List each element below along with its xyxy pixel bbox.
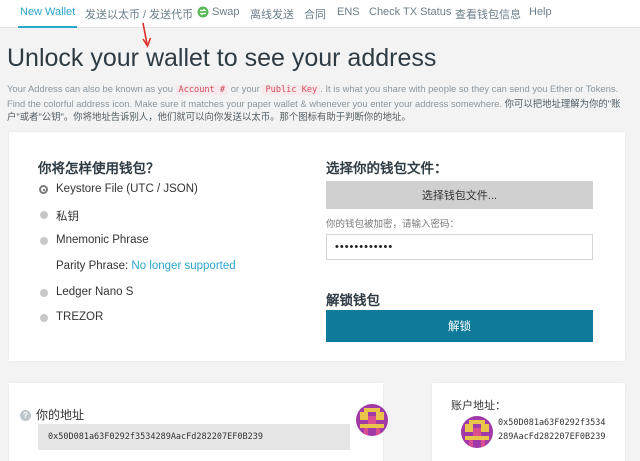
nav-offline-send[interactable]: 离线发送	[250, 6, 294, 22]
option-trezor-label[interactable]: TREZOR	[56, 311, 103, 323]
access-method-heading: 你将怎样使用钱包？	[38, 161, 160, 176]
page-title: Unlock your wallet to see your address	[7, 44, 437, 72]
option-keystore-label[interactable]: Keystore File (UTC / JSON)	[56, 183, 198, 195]
page-description: Your Address can also be known as you Ac…	[7, 83, 621, 122]
account-address-label: 账户地址：	[451, 400, 506, 412]
your-address-field[interactable]: 0x50D081a63F0292f3534289AacFd282207EF0B2…	[38, 424, 350, 450]
nav-help[interactable]: Help	[529, 6, 552, 18]
option-ledger-label[interactable]: Ledger Nano S	[56, 286, 133, 298]
top-navigation: New Wallet 发送以太币 / 发送代币 Swap 离线发送 合同 ENS…	[0, 0, 640, 28]
select-wallet-file-heading: 选择你的钱包文件：	[326, 161, 448, 176]
nav-swap[interactable]: Swap	[212, 6, 240, 18]
nav-ens[interactable]: ENS	[337, 6, 360, 18]
account-identicon-icon	[461, 416, 493, 448]
swap-icon	[197, 6, 209, 18]
no-longer-supported-link[interactable]: No longer supported	[131, 260, 235, 272]
radio-ledger[interactable]	[40, 289, 48, 297]
nav-send-ether-tokens[interactable]: 发送以太币 / 发送代币	[85, 6, 193, 22]
nav-contracts[interactable]: 合同	[304, 6, 326, 22]
nav-view-wallet-info[interactable]: 查看钱包信息	[455, 6, 521, 22]
unlock-button[interactable]: 解锁	[326, 310, 593, 342]
account-number-code: Account #	[175, 85, 229, 95]
radio-private-key[interactable]	[40, 211, 48, 219]
option-mnemonic-label[interactable]: Mnemonic Phrase	[56, 234, 149, 246]
your-address-label: 你的地址	[36, 408, 85, 422]
option-private-key-label[interactable]: 私钥	[56, 208, 79, 224]
help-icon[interactable]: ?	[20, 410, 31, 421]
radio-trezor[interactable]	[40, 314, 48, 322]
password-label: 你的钱包被加密，请输入密码：	[326, 219, 460, 230]
public-key-code: Public Key	[262, 85, 321, 95]
password-input[interactable]: ••••••••••••	[326, 234, 593, 260]
nav-new-wallet[interactable]: New Wallet	[17, 6, 78, 28]
unlock-wallet-heading: 解锁钱包	[326, 293, 380, 308]
radio-mnemonic[interactable]	[40, 237, 48, 245]
parity-phrase-note: Parity Phrase: No longer supported	[56, 260, 236, 272]
nav-check-tx-status[interactable]: Check TX Status	[369, 6, 451, 18]
select-wallet-file-button[interactable]: 选择钱包文件...	[326, 181, 593, 209]
address-identicon-icon	[356, 404, 388, 436]
radio-keystore[interactable]	[39, 185, 48, 194]
account-address-value: 0x50D081a63F0292f3534289AacFd282207EF0B2…	[498, 418, 606, 442]
